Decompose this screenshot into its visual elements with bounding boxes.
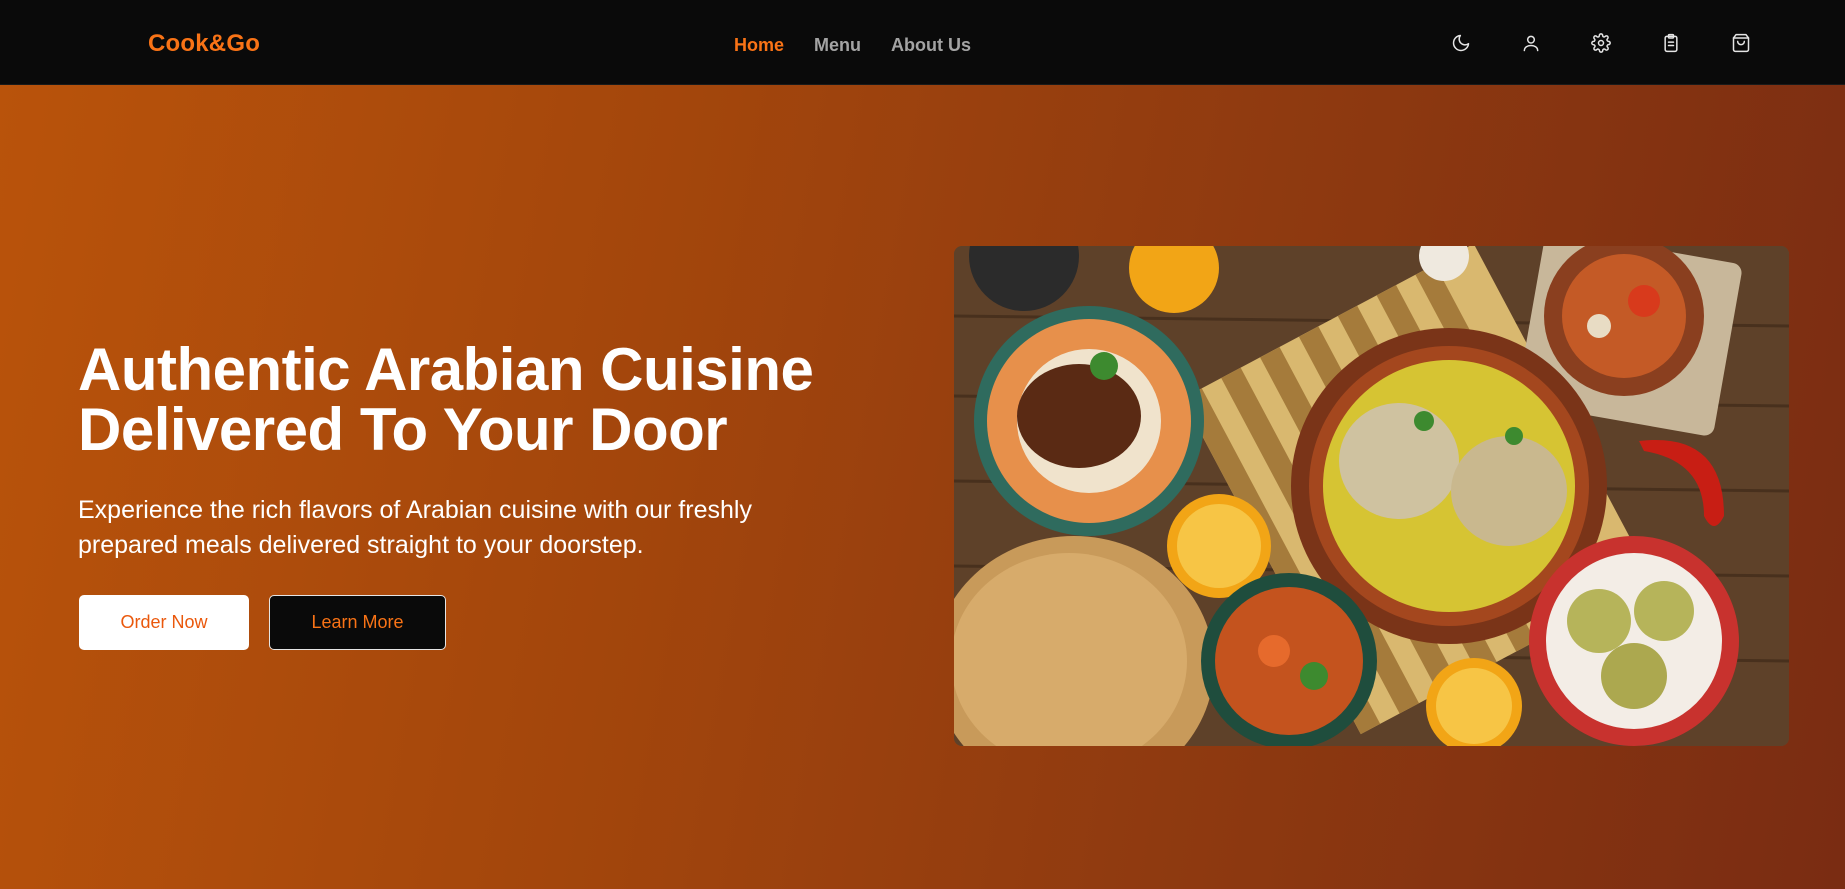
nav-links: Home Menu About Us	[734, 35, 1001, 56]
moon-icon[interactable]	[1450, 32, 1472, 54]
hero-subtitle: Experience the rich flavors of Arabian c…	[78, 496, 752, 559]
food-spread-illustration	[954, 246, 1789, 746]
brand-logo[interactable]: Cook&Go	[148, 30, 260, 58]
shopping-bag-icon[interactable]	[1730, 32, 1752, 54]
nav-link-about-us[interactable]: About Us	[891, 35, 971, 56]
hero-section: Authentic Arabian Cuisine Delivered To Y…	[0, 85, 1845, 889]
user-icon[interactable]	[1520, 32, 1542, 54]
order-now-button[interactable]: Order Now	[79, 595, 249, 650]
nav-link-home[interactable]: Home	[734, 35, 784, 56]
hero-title-line-2: Delivered To Your Door	[78, 396, 728, 463]
hero-title-line-1: Authentic Arabian Cuisine	[78, 336, 814, 403]
hero-buttons: Order Now Learn More	[79, 595, 446, 650]
hero-title: Authentic Arabian Cuisine Delivered To Y…	[78, 340, 898, 460]
clipboard-icon[interactable]	[1660, 32, 1682, 54]
hero-food-image	[954, 246, 1789, 746]
settings-icon[interactable]	[1590, 32, 1612, 54]
nav-link-menu[interactable]: Menu	[814, 35, 861, 56]
nav-icons	[1450, 32, 1800, 54]
learn-more-button[interactable]: Learn More	[269, 595, 446, 650]
navbar: Cook&Go Home Menu About Us	[0, 0, 1845, 85]
